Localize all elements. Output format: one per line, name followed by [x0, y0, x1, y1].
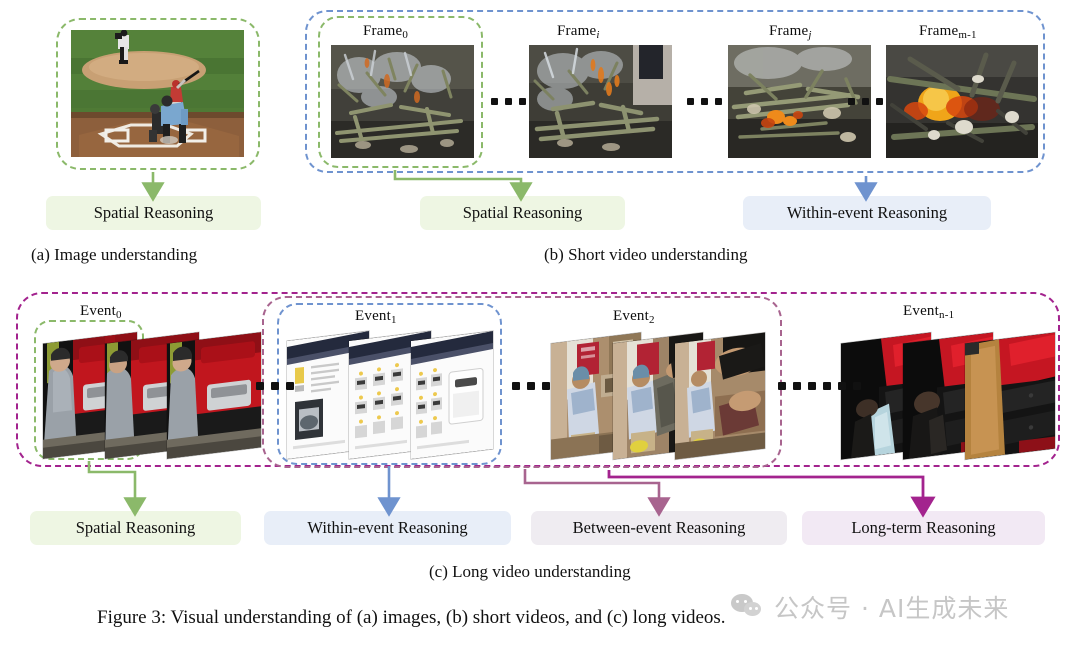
- panel-b-ellipsis-1: [491, 98, 526, 105]
- figure-caption: Figure 3: Visual understanding of (a) im…: [97, 607, 726, 628]
- panel-c-spatial-pill: Spatial Reasoning: [30, 511, 241, 545]
- panel-c-event-1-label: Event1: [355, 308, 397, 326]
- panel-b-frame-0-image: [331, 45, 474, 158]
- panel-c-long-term-pill: Long-term Reasoning: [802, 511, 1045, 545]
- panel-b-ellipsis-3: [848, 98, 883, 105]
- panel-b-frame-i-image: [529, 45, 672, 158]
- panel-c-spatial-label: Spatial Reasoning: [75, 518, 196, 537]
- figure-canvas: Spatial Reasoning (a) Image understandin…: [0, 0, 1080, 652]
- panel-b-caption: (b) Short video understanding: [544, 245, 748, 264]
- panel-c-event-n-frame-3: [965, 332, 1055, 460]
- panel-c-between-event-label: Between-event Reasoning: [572, 518, 746, 537]
- panel-a-reasoning-label: Spatial Reasoning: [93, 203, 214, 222]
- panel-c-event-n-label: Eventn-1: [903, 303, 955, 321]
- panel-b-frame-j-label: Framej: [769, 23, 812, 41]
- watermark-text: 公众号 · AI生成未来: [774, 594, 1010, 623]
- panel-c-ellipsis-1: [256, 382, 294, 390]
- panel-c-ellipsis-2: [512, 382, 550, 390]
- panel-c-long-term-label: Long-term Reasoning: [851, 518, 996, 537]
- panel-b-within-event-pill: Within-event Reasoning: [743, 196, 991, 230]
- panel-c-between-event-pill: Between-event Reasoning: [531, 511, 787, 545]
- panel-c-event-0-label: Event0: [80, 303, 122, 321]
- panel-c-event-1-frame-3: [411, 330, 493, 460]
- panel-c-event-2-frame-3: [675, 332, 765, 460]
- panel-b-frame-0-label: Frame0: [363, 23, 409, 41]
- panel-c-event-2-label: Event2: [613, 308, 655, 326]
- panel-b-ellipsis-2: [687, 98, 722, 105]
- panel-c-ellipsis-3: [778, 382, 861, 390]
- panel-b-within-event-label: Within-event Reasoning: [786, 203, 948, 222]
- panel-a-image: [71, 30, 244, 157]
- panel-c-within-event-label: Within-event Reasoning: [307, 518, 468, 537]
- panel-a-reasoning-pill: Spatial Reasoning: [46, 196, 261, 230]
- panel-c-within-event-pill: Within-event Reasoning: [264, 511, 511, 545]
- panel-c-caption: (c) Long video understanding: [429, 562, 631, 581]
- panel-b-frame-i-label: Framei: [557, 23, 600, 41]
- wechat-icon: [731, 594, 765, 620]
- panel-b-frame-m-image: [886, 45, 1038, 158]
- watermark: 公众号 · AI生成未来: [731, 589, 1009, 625]
- panel-b-frame-m-label: Framem-1: [919, 23, 977, 41]
- panel-b-spatial-label: Spatial Reasoning: [462, 203, 583, 222]
- panel-a-caption: (a) Image understanding: [31, 245, 198, 264]
- panel-c-event-0-frame-3: [167, 332, 261, 459]
- panel-b-spatial-pill: Spatial Reasoning: [420, 196, 625, 230]
